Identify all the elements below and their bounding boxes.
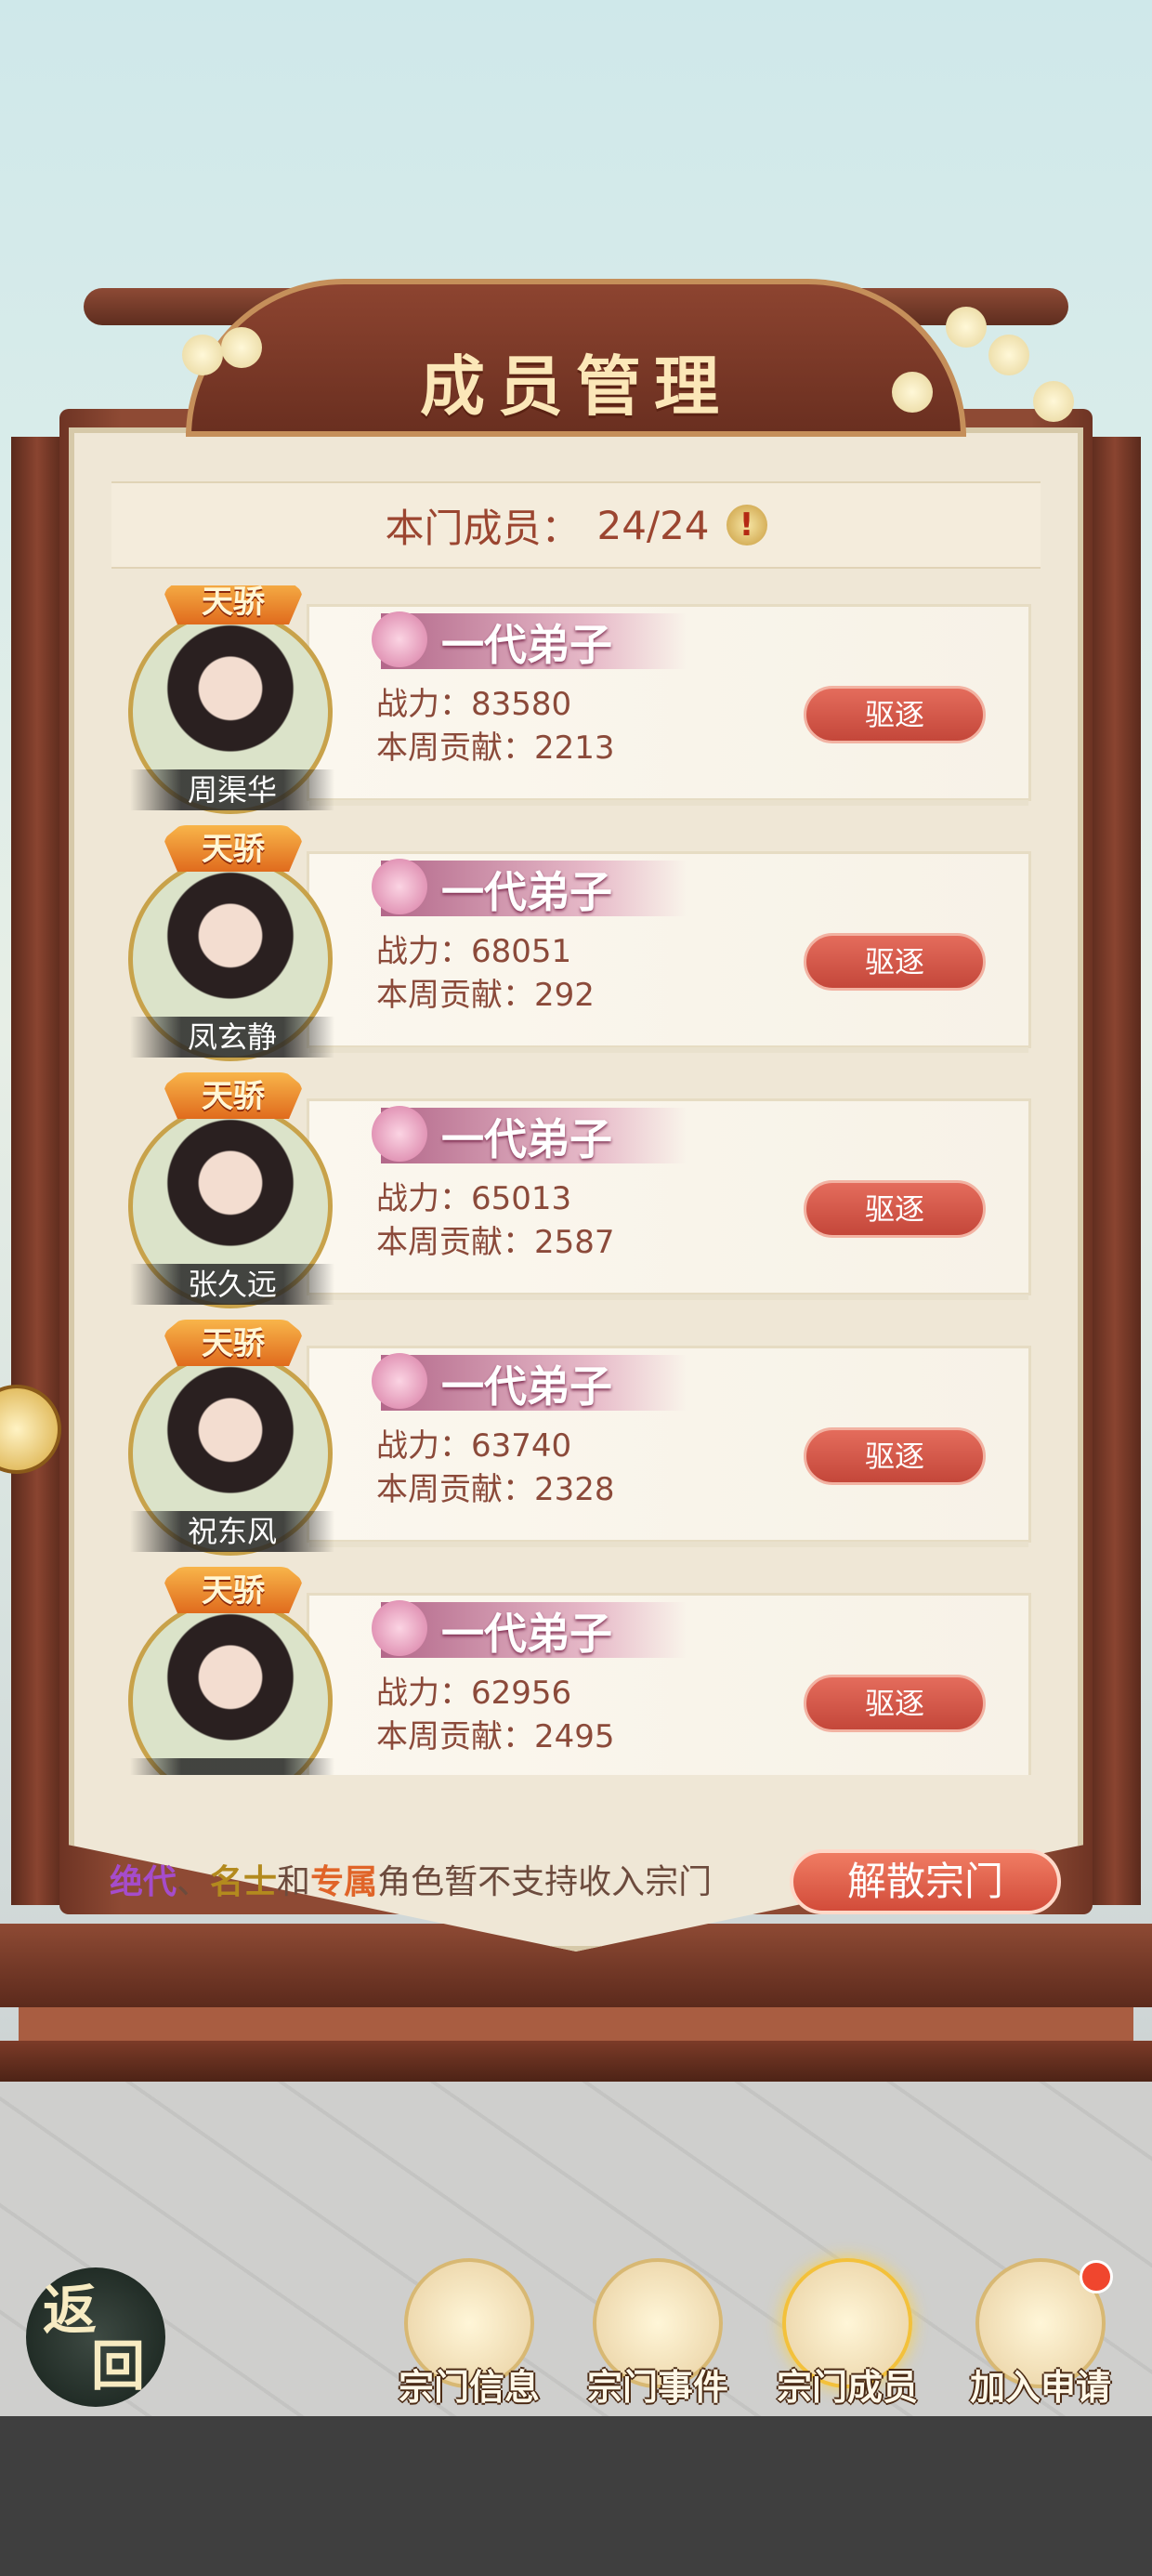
member-rank: 一代弟子: [441, 867, 612, 917]
member-avatar[interactable]: [128, 1598, 333, 1775]
expel-button[interactable]: 驱逐: [804, 1427, 986, 1485]
nav-sect-members[interactable]: 宗门成员: [773, 2249, 922, 2425]
member-rank: 一代弟子: [441, 620, 612, 670]
tag-mingshi: 名士: [210, 1862, 278, 1901]
lotus-icon: [372, 859, 427, 914]
expel-button[interactable]: 驱逐: [804, 933, 986, 991]
member-rank: 一代弟子: [441, 1114, 612, 1164]
member-rank: 一代弟子: [441, 1609, 612, 1659]
lotus-icon: [372, 1600, 427, 1656]
tag-zhuanshu: 专属: [310, 1862, 378, 1901]
member-card: 天骄 张久远 一代弟子 战力：65013 本周贡献：2587 驱逐: [111, 1072, 1041, 1308]
nav-label: 宗门事件: [586, 2366, 728, 2408]
notice-and: 和: [277, 1863, 311, 1901]
nav-join-requests[interactable]: 加入申请: [966, 2249, 1115, 2425]
nav-label: 宗门成员: [776, 2366, 918, 2408]
back-button[interactable]: 返 回: [26, 2267, 165, 2407]
frame-base-bottom: [0, 2041, 1152, 2082]
tianjiao-badge: 天骄: [164, 825, 303, 872]
tianjiao-badge: 天骄: [164, 1320, 303, 1366]
bottom-bar: [0, 2416, 1152, 2576]
restriction-notice: 绝代、名士和专属角色暂不支持收入宗门: [110, 1855, 712, 1903]
member-contribution: 本周贡献：2328: [376, 1471, 615, 1508]
plum-blossom-icon: [892, 372, 933, 413]
nav-label: 加入申请: [969, 2366, 1111, 2408]
member-count-label: 本门成员：: [385, 505, 581, 551]
info-icon[interactable]: !: [726, 505, 767, 545]
notice-text: 角色暂不支持收入宗门: [377, 1863, 713, 1901]
frame-post-right: [1089, 437, 1141, 1905]
notification-dot: [1080, 2260, 1113, 2293]
tag-juedai: 绝代: [110, 1862, 177, 1901]
member-card: 天骄 祝东风 一代弟子 战力：63740 本周贡献：2328 驱逐: [111, 1320, 1041, 1556]
member-power: 战力：62956: [376, 1675, 572, 1712]
member-card: 天骄 周渠华 一代弟子 战力：83580 本周贡献：2213 驱逐: [111, 585, 1041, 814]
member-power: 战力：63740: [376, 1427, 572, 1465]
member-power: 战力：65013: [376, 1180, 572, 1217]
page-title: 成员管理: [420, 348, 732, 425]
plum-blossom-icon: [221, 327, 262, 368]
member-rank: 一代弟子: [441, 1361, 612, 1412]
member-name: [130, 1758, 334, 1775]
back-label-2: 回: [91, 2334, 146, 2398]
member-name: 周渠华: [130, 769, 334, 810]
nav-sect-events[interactable]: 宗门事件: [583, 2249, 732, 2425]
member-count-value: 24/24: [596, 502, 710, 548]
member-power: 战力：68051: [376, 933, 572, 970]
plum-blossom-icon: [988, 335, 1029, 375]
plum-blossom-icon: [182, 335, 223, 375]
nav-label: 宗门信息: [398, 2366, 540, 2408]
expel-button[interactable]: 驱逐: [804, 1180, 986, 1238]
expel-button[interactable]: 驱逐: [804, 1675, 986, 1732]
tianjiao-badge: 天骄: [164, 1072, 303, 1119]
member-card: 天骄 凤玄静 一代弟子 战力：68051 本周贡献：292 驱逐: [111, 825, 1041, 1061]
member-card: 天骄 一代弟子 战力：62956 本周贡献：2495 驱逐: [111, 1567, 1041, 1775]
frame-post-left: [11, 437, 63, 1905]
member-contribution: 本周贡献：2587: [376, 1224, 615, 1261]
back-label-1: 返: [43, 2279, 98, 2342]
member-name: 祝东风: [130, 1511, 334, 1552]
plum-blossom-icon: [1033, 381, 1074, 422]
lotus-icon: [372, 1106, 427, 1162]
member-power: 战力：83580: [376, 686, 572, 723]
plum-blossom-icon: [946, 307, 987, 348]
member-list[interactable]: 天骄 周渠华 一代弟子 战力：83580 本周贡献：2213 驱逐 天骄 凤玄静…: [111, 585, 1041, 1775]
member-contribution: 本周贡献：2495: [376, 1718, 615, 1755]
tianjiao-badge: 天骄: [164, 1567, 303, 1613]
nav-sect-info[interactable]: 宗门信息: [395, 2249, 543, 2425]
lotus-icon: [372, 611, 427, 667]
expel-button[interactable]: 驱逐: [804, 686, 986, 743]
member-count-header: 本门成员： 24/24 !: [111, 481, 1041, 569]
lotus-icon: [372, 1353, 427, 1409]
notice-separator: 、: [177, 1863, 211, 1901]
member-name: 张久远: [130, 1264, 334, 1305]
tianjiao-badge: 天骄: [164, 585, 303, 624]
member-contribution: 本周贡献：292: [376, 977, 595, 1014]
member-name: 凤玄静: [130, 1017, 334, 1058]
disband-sect-button[interactable]: 解散宗门: [790, 1849, 1061, 1914]
member-contribution: 本周贡献：2213: [376, 729, 615, 767]
frame-base-trim: [19, 2007, 1133, 2041]
